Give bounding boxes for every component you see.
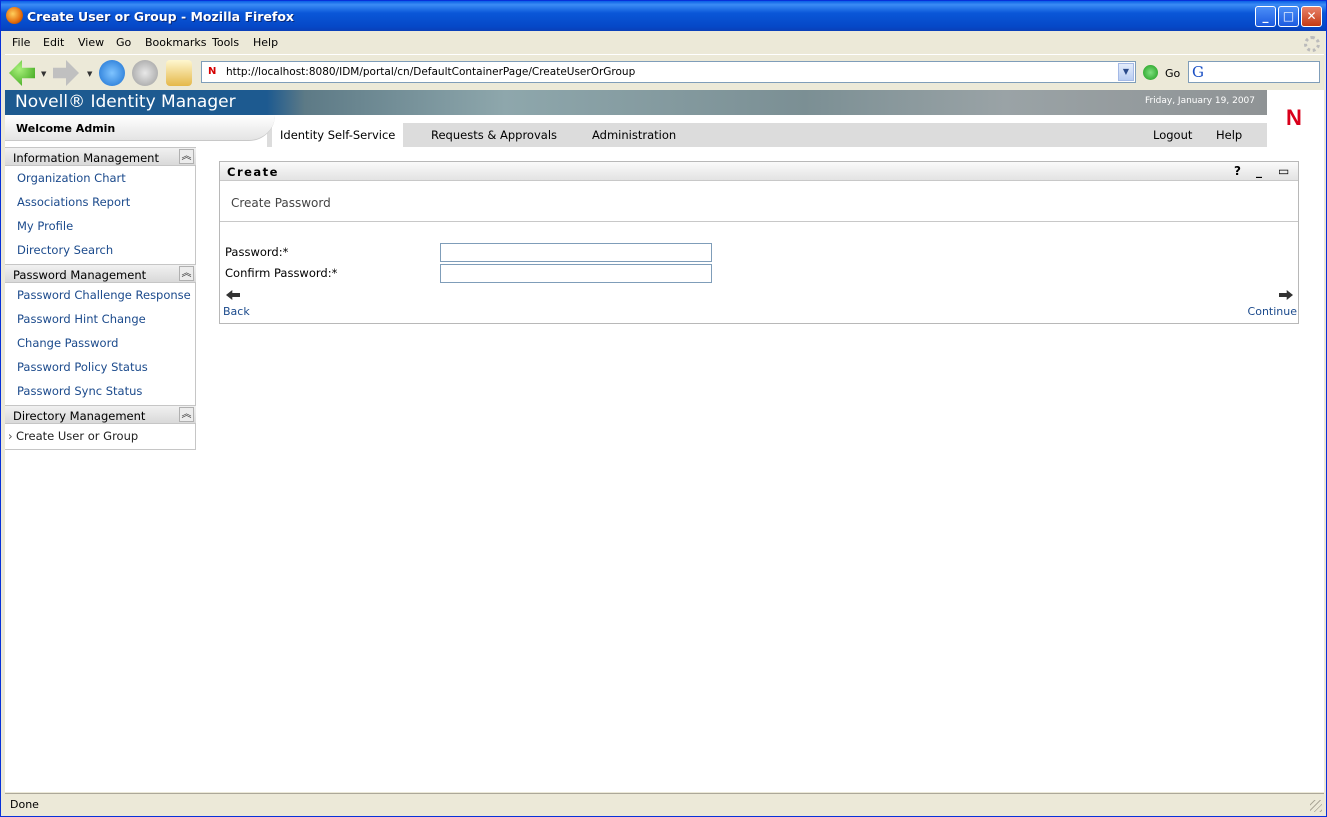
section-header-password-management[interactable]: Password Management ︽	[5, 264, 196, 283]
google-search-icon[interactable]: G	[1192, 63, 1204, 81]
section-header-directory-management[interactable]: Directory Management ︽	[5, 405, 196, 424]
novell-logo: N	[1267, 90, 1324, 147]
address-bar[interactable]: N http://localhost:8080/IDM/portal/cn/De…	[201, 61, 1136, 83]
step-subtitle: Create Password	[231, 196, 331, 210]
menu-bar: File Edit View Go Bookmarks Tools Help	[5, 32, 1324, 53]
sidebar-item-password-sync-status[interactable]: Password Sync Status	[17, 384, 142, 398]
sidebar-item-directory-search[interactable]: Directory Search	[17, 243, 113, 257]
forward-icon[interactable]	[53, 60, 79, 86]
sidebar-item-change-password[interactable]: Change Password	[17, 336, 118, 350]
forward-history-dropdown-icon[interactable]: ▼	[87, 70, 92, 78]
collapse-chevron-icon[interactable]: ︽	[179, 266, 194, 281]
back-history-dropdown-icon[interactable]: ▼	[41, 70, 46, 78]
sidebar-item-associations-report[interactable]: Associations Report	[17, 195, 130, 209]
page-viewport: Novell® Identity Manager Friday, January…	[5, 90, 1324, 792]
browser-window: Create User or Group - Mozilla Firefox _…	[0, 0, 1327, 817]
create-portlet: Create ? _ ▭ Create Password Password:* …	[219, 161, 1299, 324]
go-icon[interactable]	[1143, 65, 1158, 80]
novell-logo-letter: N	[1286, 105, 1302, 130]
menu-go[interactable]: Go	[116, 36, 131, 49]
close-button[interactable]: ✕	[1301, 6, 1322, 27]
maximize-button[interactable]: □	[1278, 6, 1299, 27]
back-link[interactable]: Back	[223, 305, 250, 318]
menu-edit[interactable]: Edit	[43, 36, 64, 49]
status-text: Done	[10, 798, 39, 811]
app-brand: Novell® Identity Manager	[15, 92, 236, 112]
tab-requests-approvals[interactable]: Requests & Approvals	[431, 123, 557, 147]
tab-strip: Identity Self-Service Requests & Approva…	[267, 123, 1267, 147]
title-bar: Create User or Group - Mozilla Firefox _…	[1, 1, 1326, 31]
section-title: Information Management	[13, 151, 159, 165]
tab-administration[interactable]: Administration	[592, 123, 676, 147]
help-icon[interactable]: ?	[1234, 164, 1241, 178]
home-icon[interactable]	[166, 60, 192, 86]
navigation-toolbar: ▼ ▼ N http://localhost:8080/IDM/portal/c…	[5, 54, 1324, 90]
confirm-password-field[interactable]	[440, 264, 712, 283]
sidebar-item-password-hint-change[interactable]: Password Hint Change	[17, 312, 146, 326]
back-icon[interactable]	[9, 60, 35, 86]
menu-bookmarks[interactable]: Bookmarks	[145, 36, 206, 49]
password-field[interactable]	[440, 243, 712, 262]
continue-arrow-icon[interactable]	[1279, 290, 1293, 300]
go-button-label[interactable]: Go	[1165, 67, 1180, 80]
section-title: Password Management	[13, 268, 147, 282]
address-dropdown-icon[interactable]: ▼	[1118, 63, 1134, 81]
sidebar-item-my-profile[interactable]: My Profile	[17, 219, 73, 233]
logout-link[interactable]: Logout	[1153, 123, 1192, 147]
stop-icon[interactable]	[132, 60, 158, 86]
minimize-button[interactable]: _	[1255, 6, 1276, 27]
sidebar-item-create-user-or-group[interactable]: Create User or Group	[8, 429, 138, 443]
menu-view[interactable]: View	[78, 36, 104, 49]
sidebar-item-password-challenge-response[interactable]: Password Challenge Response	[17, 288, 191, 302]
address-url[interactable]: http://localhost:8080/IDM/portal/cn/Defa…	[226, 66, 635, 78]
status-bar: Done	[5, 793, 1324, 814]
sidebar-item-organization-chart[interactable]: Organization Chart	[17, 171, 126, 185]
current-date: Friday, January 19, 2007	[1144, 96, 1255, 106]
portlet-title: Create	[227, 165, 279, 179]
resize-grip-icon[interactable]	[1310, 800, 1322, 812]
password-label: Password:*	[225, 245, 289, 259]
divider	[220, 221, 1298, 222]
app-banner: Novell® Identity Manager Friday, January…	[5, 90, 1267, 115]
sidebar: Information Management ︽ Organization Ch…	[5, 147, 196, 450]
sidebar-item-password-policy-status[interactable]: Password Policy Status	[17, 360, 148, 374]
reload-icon[interactable]	[99, 60, 125, 86]
confirm-password-label: Confirm Password:*	[225, 266, 338, 280]
window-title: Create User or Group - Mozilla Firefox	[27, 9, 294, 24]
help-link[interactable]: Help	[1216, 123, 1242, 147]
minimize-icon[interactable]: _	[1256, 164, 1262, 178]
firefox-icon	[6, 7, 23, 24]
throbber-icon	[1304, 36, 1320, 52]
collapse-chevron-icon[interactable]: ︽	[179, 149, 194, 164]
maximize-icon[interactable]: ▭	[1278, 164, 1289, 178]
back-arrow-icon[interactable]	[226, 290, 240, 300]
menu-tools[interactable]: Tools	[212, 36, 239, 49]
continue-link[interactable]: Continue	[1248, 305, 1297, 318]
site-favicon-icon: N	[208, 66, 217, 77]
section-header-information-management[interactable]: Information Management ︽	[5, 147, 196, 166]
search-box[interactable]: G	[1188, 61, 1320, 83]
section-title: Directory Management	[13, 409, 146, 423]
welcome-text: Welcome Admin	[16, 122, 116, 135]
tab-identity-self-service[interactable]: Identity Self-Service	[272, 123, 404, 147]
menu-help[interactable]: Help	[253, 36, 278, 49]
menu-file[interactable]: File	[12, 36, 30, 49]
welcome-box: Welcome Admin	[5, 115, 275, 141]
app-subbar: Identity Self-Service Requests & Approva…	[5, 115, 1267, 147]
collapse-chevron-icon[interactable]: ︽	[179, 407, 194, 422]
portlet-header: Create ? _ ▭	[220, 162, 1298, 181]
